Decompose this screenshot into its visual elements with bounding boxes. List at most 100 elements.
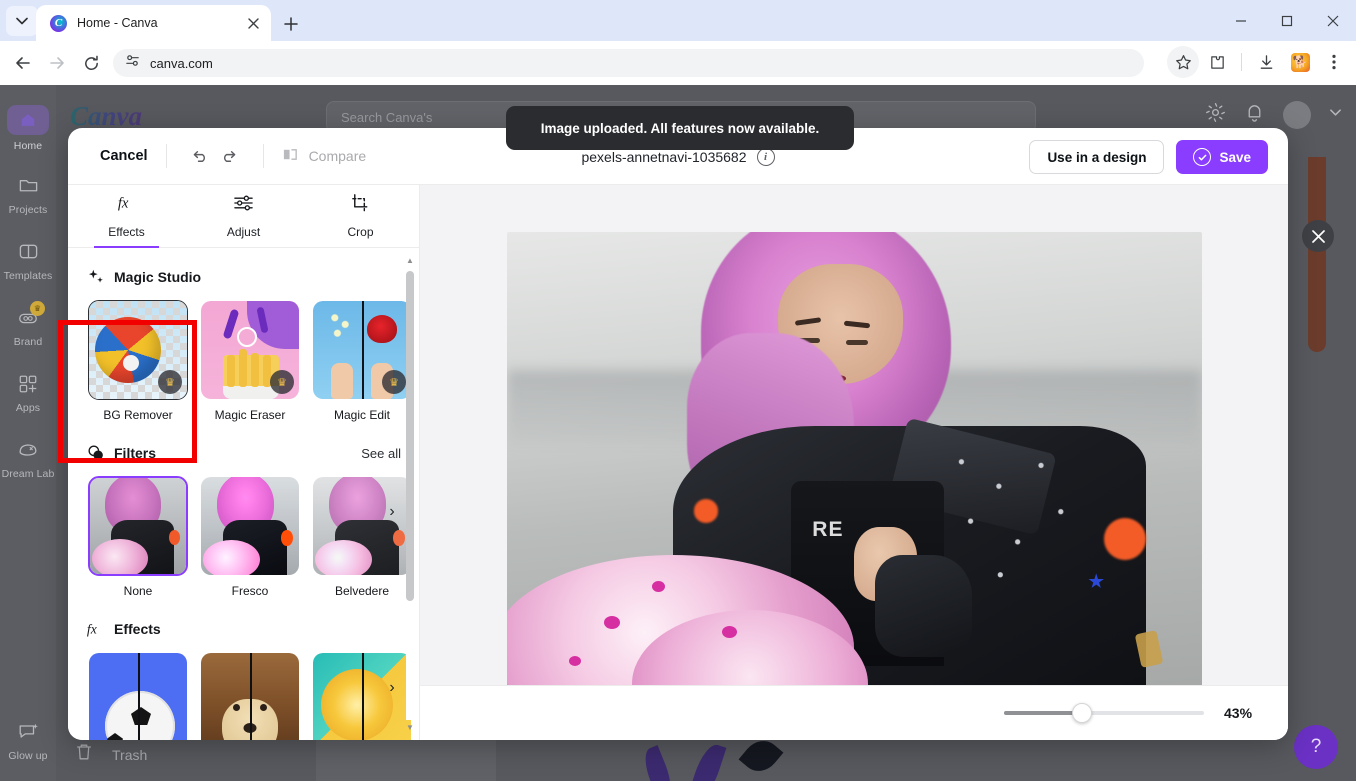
tile-filter-belvedere-thumbnail bbox=[312, 476, 412, 576]
effects-tiles: › bbox=[68, 642, 419, 740]
photo-flower-accent bbox=[569, 655, 582, 666]
help-button[interactable]: ? bbox=[1294, 725, 1338, 769]
panel-scrollbar[interactable]: ▲ ▼ bbox=[403, 253, 417, 734]
folder-icon bbox=[15, 173, 41, 199]
filter-preview-art bbox=[90, 478, 186, 574]
background-leaf-decoration bbox=[687, 741, 727, 781]
photo-eye-right bbox=[845, 339, 868, 345]
avatar[interactable] bbox=[1283, 101, 1311, 129]
tile-filter-none[interactable]: None bbox=[88, 476, 188, 598]
tab-crop[interactable]: Crop bbox=[302, 185, 419, 247]
sidebar-item-templates[interactable]: Templates bbox=[0, 227, 56, 293]
sidebar-item-glow-up[interactable]: Glow up bbox=[0, 707, 56, 773]
edited-photo[interactable]: RE bbox=[506, 231, 1202, 694]
section-title-filters: Filters bbox=[114, 445, 157, 461]
chrome-menu-icon[interactable] bbox=[1318, 46, 1350, 78]
dog-avatar-icon: 🐕 bbox=[1290, 52, 1310, 72]
sidebar-item-projects[interactable]: Projects bbox=[0, 161, 56, 227]
sidebar-item-trash[interactable]: Trash bbox=[74, 742, 147, 767]
forward-button[interactable] bbox=[40, 46, 74, 80]
sidebar-item-brand[interactable]: ♛ Brand bbox=[0, 293, 56, 359]
compare-button[interactable]: Compare bbox=[282, 146, 367, 166]
file-name: pexels-annetnavi-1035682 bbox=[581, 148, 747, 165]
tab-search-button[interactable] bbox=[6, 6, 38, 36]
tile-effect-dog[interactable] bbox=[200, 652, 300, 740]
compare-icon bbox=[282, 146, 299, 166]
use-in-design-button[interactable]: Use in a design bbox=[1029, 140, 1165, 174]
info-icon[interactable]: i bbox=[756, 147, 775, 166]
canva-left-sidebar: Home Projects Templates ♛ Brand Apps Dre… bbox=[0, 85, 56, 781]
sidebar-item-dream-lab[interactable]: Dream Lab bbox=[0, 425, 56, 491]
tile-magic-edit[interactable]: ♛ Magic Edit bbox=[312, 300, 412, 422]
filters-see-all-link[interactable]: See all bbox=[361, 446, 401, 461]
tile-filter-none-label: None bbox=[123, 584, 153, 598]
effects-panel-scroll: Magic Studio ♛ BG Remover ♛ Magic Eraser… bbox=[68, 248, 419, 740]
window-controls bbox=[1218, 0, 1356, 41]
tab-effects[interactable]: fx Effects bbox=[68, 185, 185, 248]
scroll-down-arrow-icon[interactable]: ▼ bbox=[403, 720, 417, 734]
gear-icon[interactable] bbox=[1205, 102, 1226, 128]
address-bar[interactable]: canva.com bbox=[113, 49, 1144, 77]
sliders-icon bbox=[233, 193, 254, 218]
browser-tab-active[interactable]: C Home - Canva bbox=[36, 5, 271, 41]
glow-up-icon bbox=[15, 719, 41, 745]
magic-studio-tiles: ♛ BG Remover ♛ Magic Eraser ♛ Magic Edit bbox=[68, 290, 419, 422]
photo-orange-patch bbox=[1104, 517, 1146, 560]
background-brown-panel bbox=[1308, 157, 1326, 352]
filters-tiles: None Fresco Belvedere › bbox=[68, 466, 419, 598]
compare-label: Compare bbox=[308, 148, 367, 164]
close-tab-icon[interactable] bbox=[243, 13, 263, 33]
cancel-button[interactable]: Cancel bbox=[100, 148, 148, 164]
section-header-magic-studio: Magic Studio bbox=[68, 260, 419, 290]
beach-ball-icon bbox=[95, 317, 161, 383]
window-maximize-button[interactable] bbox=[1264, 0, 1310, 41]
sidebar-item-apps[interactable]: Apps bbox=[0, 359, 56, 425]
fx-icon: fx bbox=[116, 193, 138, 218]
filters-icon bbox=[86, 443, 106, 463]
photo-flower-accent bbox=[603, 615, 620, 629]
filter-preview-art bbox=[201, 477, 299, 575]
canva-favicon-icon: C bbox=[50, 14, 67, 32]
scrollbar-thumb[interactable] bbox=[406, 271, 414, 601]
sidebar-label-apps: Apps bbox=[15, 401, 41, 414]
back-button[interactable] bbox=[6, 46, 40, 80]
profile-avatar[interactable]: 🐕 bbox=[1284, 46, 1316, 78]
tile-bg-remover[interactable]: ♛ BG Remover bbox=[88, 300, 188, 422]
redo-icon[interactable] bbox=[215, 141, 245, 171]
site-info-icon[interactable] bbox=[125, 53, 140, 73]
new-tab-button[interactable] bbox=[277, 10, 305, 38]
zoom-level-value: 43% bbox=[1224, 705, 1253, 721]
tile-filter-belvedere[interactable]: Belvedere bbox=[312, 476, 412, 598]
tile-magic-eraser[interactable]: ♛ Magic Eraser bbox=[200, 300, 300, 422]
zoom-slider[interactable] bbox=[1004, 703, 1204, 723]
downloads-icon[interactable] bbox=[1250, 46, 1282, 78]
tile-filter-fresco[interactable]: Fresco bbox=[200, 476, 300, 598]
tile-filter-fresco-label: Fresco bbox=[231, 584, 269, 598]
bell-icon[interactable] bbox=[1244, 102, 1265, 128]
photo-orange-patch bbox=[694, 499, 719, 523]
zoom-slider-knob[interactable] bbox=[1072, 703, 1092, 723]
sidebar-label-home: Home bbox=[13, 139, 43, 152]
extensions-icon[interactable] bbox=[1201, 46, 1233, 78]
close-overlay-button[interactable] bbox=[1302, 220, 1334, 252]
scroll-up-arrow-icon[interactable]: ▲ bbox=[403, 253, 417, 267]
sidebar-item-home[interactable]: Home bbox=[0, 95, 56, 161]
home-icon bbox=[7, 104, 49, 135]
tab-adjust[interactable]: Adjust bbox=[185, 185, 302, 247]
bookmark-star-icon[interactable] bbox=[1167, 46, 1199, 78]
save-button[interactable]: Save bbox=[1176, 140, 1268, 174]
header-divider bbox=[262, 144, 264, 168]
undo-icon[interactable] bbox=[185, 141, 215, 171]
effects-next-arrow-icon[interactable]: › bbox=[379, 675, 405, 701]
filters-next-arrow-icon[interactable]: › bbox=[379, 499, 405, 525]
tab-crop-label: Crop bbox=[347, 225, 374, 239]
filter-preview-art bbox=[313, 477, 411, 575]
window-minimize-button[interactable] bbox=[1218, 0, 1264, 41]
canva-top-icons bbox=[1205, 101, 1342, 129]
window-close-button[interactable] bbox=[1310, 0, 1356, 41]
reload-button[interactable] bbox=[74, 46, 108, 80]
chevron-down-icon[interactable] bbox=[1329, 106, 1342, 124]
tile-effect-soccer[interactable] bbox=[88, 652, 188, 740]
background-leaf-decoration bbox=[738, 733, 784, 779]
tile-magic-edit-label: Magic Edit bbox=[333, 408, 391, 422]
